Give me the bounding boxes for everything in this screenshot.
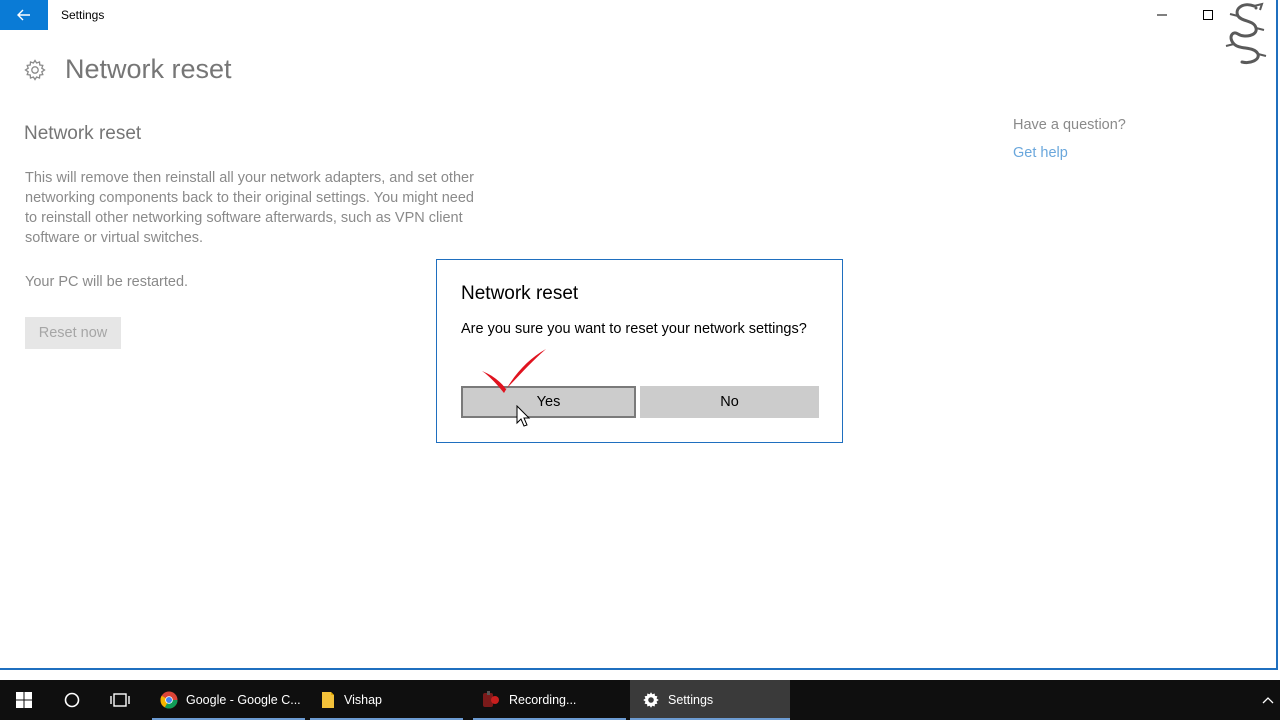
gear-icon [643,692,659,708]
dragon-watermark-icon [1225,2,1267,64]
maximize-icon [1203,10,1213,20]
reset-description: This will remove then reinstall all your… [25,170,474,246]
confirm-dialog: Network reset Are you sure you want to r… [436,259,843,443]
windows-logo-icon [16,692,32,708]
help-question: Have a question? [1013,117,1126,133]
taskbar-app-chrome[interactable]: Google - Google C... [152,680,305,720]
restart-note: Your PC will be restarted. [25,274,189,290]
no-button[interactable]: No [640,386,819,418]
back-button[interactable] [0,0,48,30]
get-help-link[interactable]: Get help [1013,145,1068,161]
reset-now-button[interactable]: Reset now [25,317,121,349]
show-hidden-icons-button[interactable] [1256,680,1280,720]
taskbar-app-recording[interactable]: Recording... [473,680,626,720]
taskbar-app-label: Vishap [344,693,382,707]
taskbar-app-vishap[interactable]: Vishap [310,680,463,720]
page-title: Network reset [65,54,232,84]
yes-button[interactable]: Yes [461,386,636,418]
task-view-icon [110,693,130,707]
taskbar-app-label: Settings [668,693,714,707]
taskbar-app-label: Recording... [509,693,577,707]
title-bar: Settings [0,0,1276,64]
dialog-message: Are you sure you want to reset your netw… [461,321,807,337]
minimize-icon [1157,14,1167,16]
start-button[interactable] [0,680,48,720]
cortana-button[interactable] [48,680,96,720]
cortana-circle-icon [64,692,80,708]
taskbar-app-label: Google - Google C... [186,693,301,707]
settings-window: Settings Network reset Network reset Thi… [0,0,1278,670]
dialog-title: Network reset [461,283,579,304]
gear-icon [24,58,46,81]
page-header: Network reset [24,54,232,85]
taskbar: Google - Google C... Vishap Recording...… [0,680,1280,720]
minimize-button[interactable] [1139,0,1185,30]
task-view-button[interactable] [96,680,144,720]
chrome-icon [160,691,178,709]
taskbar-app-settings[interactable]: Settings [630,680,790,720]
folder-icon [322,692,334,708]
back-arrow-icon [17,9,30,21]
window-title: Settings [61,8,105,22]
section-title: Network reset [24,123,142,144]
recording-icon [483,691,499,707]
chevron-up-icon [1262,697,1274,704]
